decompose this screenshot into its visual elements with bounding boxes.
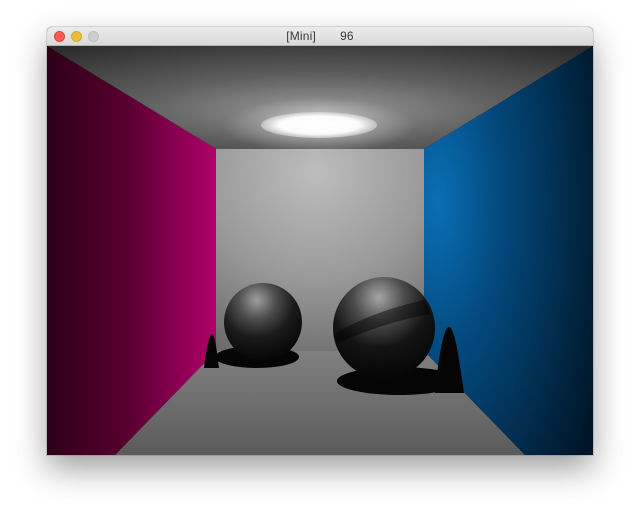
window-title: [Mini] 96 [47,29,593,43]
window-title-text: [Mini] [286,29,317,43]
render-viewport[interactable] [47,46,593,455]
app-window: [Mini] 96 [47,27,593,455]
ceiling-light [261,112,377,138]
title-bar[interactable]: [Mini] 96 [47,27,593,46]
frame-counter: 96 [340,29,354,43]
left-sphere [224,283,302,361]
